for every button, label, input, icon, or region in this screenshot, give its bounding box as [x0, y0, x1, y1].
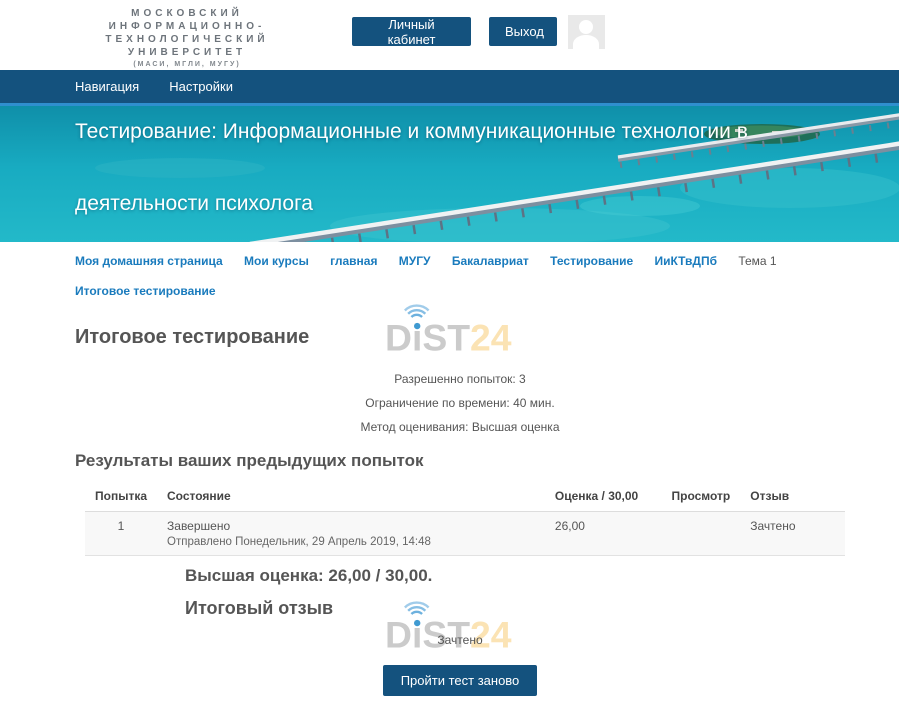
retake-quiz-button[interactable]: Пройти тест заново [383, 665, 538, 696]
breadcrumb-item-bachelor[interactable]: Бакалавриат [452, 254, 529, 268]
column-header-review: Просмотр [662, 483, 741, 512]
column-header-attempt: Попытка [85, 483, 157, 512]
quiz-info-attempts: Разрешенно попыток: 3 [75, 367, 845, 391]
top-header: МОСКОВСКИЙ ИНФОРМАЦИОННО-ТЕХНОЛОГИЧЕСКИЙ… [0, 0, 899, 70]
logo-line: (МАСИ, МГЛИ, МУГУ) [62, 59, 312, 71]
personal-cabinet-button[interactable]: Личный кабинет [352, 17, 471, 46]
university-logo[interactable]: МОСКОВСКИЙ ИНФОРМАЦИОННО-ТЕХНОЛОГИЧЕСКИЙ… [62, 7, 312, 71]
course-banner: Тестирование: Информационные и коммуника… [0, 106, 899, 242]
breadcrumb-item-my-courses[interactable]: Мои курсы [244, 254, 309, 268]
nav-item-navigation[interactable]: Навигация [75, 79, 139, 94]
main-content: DiST24 DiST24 Моя домашняя страница Мои … [0, 254, 899, 696]
course-title-line2: деятельности психолога [75, 192, 313, 216]
logo-line: МОСКОВСКИЙ [62, 7, 312, 20]
logo-line: ИНФОРМАЦИОННО-ТЕХНОЛОГИЧЕСКИЙ [62, 20, 312, 46]
best-grade-text: Высшая оценка: 26,00 / 30,00. [185, 566, 845, 586]
breadcrumb-item-main[interactable]: главная [330, 254, 377, 268]
column-header-state: Состояние [157, 483, 545, 512]
breadcrumb: Моя домашняя страница Мои курсы главная … [75, 254, 845, 268]
feedback-block: Высшая оценка: 26,00 / 30,00. Итоговый о… [185, 566, 845, 619]
breadcrumb-item-mugu[interactable]: МУГУ [399, 254, 431, 268]
retake-button-area: Пройти тест заново [75, 665, 845, 696]
cell-attempt-number: 1 [85, 512, 157, 556]
nav-item-settings[interactable]: Настройки [169, 79, 233, 94]
user-avatar[interactable] [568, 15, 605, 49]
navbar: Навигация Настройки [0, 70, 899, 106]
cell-feedback: Зачтено [740, 512, 845, 556]
attempts-table: Попытка Состояние Оценка / 30,00 Просмот… [85, 483, 845, 556]
cell-grade: 26,00 [545, 512, 662, 556]
column-header-feedback: Отзыв [740, 483, 845, 512]
breadcrumb-line2: Итоговое тестирование [75, 284, 845, 298]
quiz-info-grading-method: Метод оценивания: Высшая оценка [75, 415, 845, 439]
final-feedback-heading: Итоговый отзыв [185, 598, 845, 619]
breadcrumb-item-topic1: Тема 1 [738, 254, 776, 268]
page-title: Итоговое тестирование [75, 326, 845, 349]
cell-state: Завершено Отправлено Понедельник, 29 Апр… [157, 512, 545, 556]
breadcrumb-item-home[interactable]: Моя домашняя страница [75, 254, 223, 268]
logout-button[interactable]: Выход [489, 17, 557, 46]
breadcrumb-item-testing[interactable]: Тестирование [550, 254, 633, 268]
results-heading: Результаты ваших предыдущих попыток [75, 451, 845, 471]
table-header-row: Попытка Состояние Оценка / 30,00 Просмот… [85, 483, 845, 512]
quiz-info: Разрешенно попыток: 3 Ограничение по вре… [75, 367, 845, 439]
breadcrumb-item-final-test[interactable]: Итоговое тестирование [75, 284, 216, 298]
cell-review [662, 512, 741, 556]
state-detail: Отправлено Понедельник, 29 Апрель 2019, … [167, 536, 535, 548]
state-value: Завершено [167, 519, 535, 533]
quiz-info-timelimit: Ограничение по времени: 40 мин. [75, 391, 845, 415]
breadcrumb-item-course[interactable]: ИиКТвДПб [655, 254, 717, 268]
logo-line: УНИВЕРСИТЕТ [62, 46, 312, 59]
course-title-line1: Тестирование: Информационные и коммуника… [75, 120, 748, 144]
final-feedback-value: Зачтено [75, 633, 845, 647]
table-row: 1 Завершено Отправлено Понедельник, 29 А… [85, 512, 845, 556]
column-header-grade: Оценка / 30,00 [545, 483, 662, 512]
